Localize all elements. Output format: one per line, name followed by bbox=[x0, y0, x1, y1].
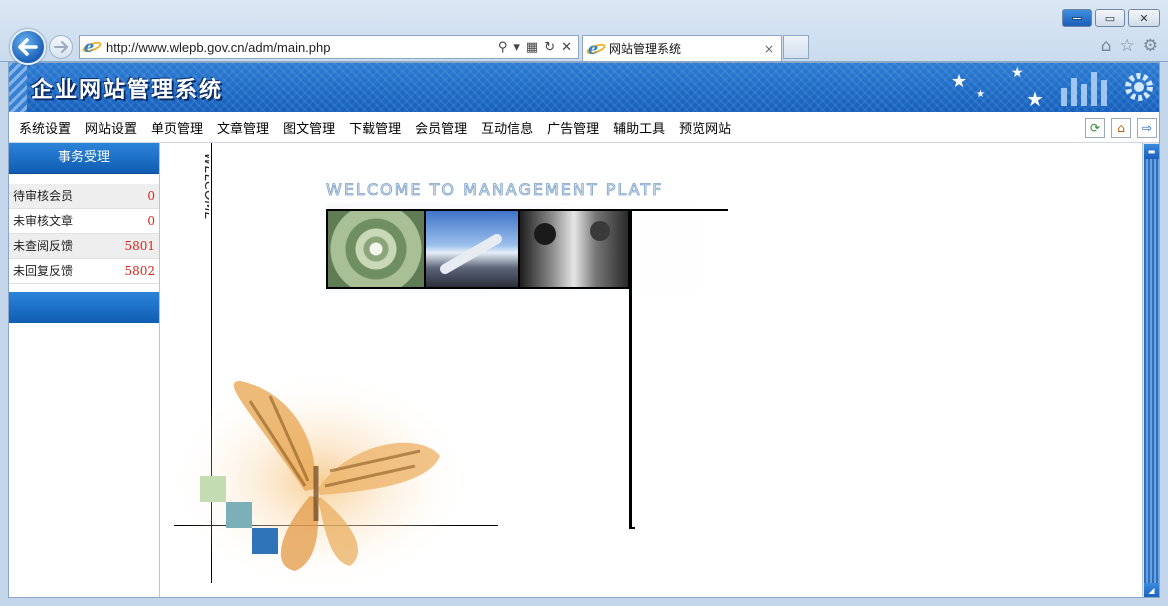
svg-text:WELCOME TO MANAGEMENT PLATF: WELCOME TO MANAGEMENT PLATF bbox=[326, 180, 663, 199]
menu-item[interactable]: 预览网站 bbox=[679, 118, 731, 137]
banner-stripe-decoration bbox=[9, 63, 27, 112]
sidebar-heading: 事务受理 bbox=[9, 143, 159, 174]
sidebar: 事务受理 待审核会员 0 未审核文章 0 未查阅反馈 5801 未回复反馈 5802 bbox=[9, 143, 160, 597]
menu-item[interactable]: 辅助工具 bbox=[613, 118, 665, 137]
airplane-photo bbox=[426, 211, 518, 287]
home-icon: ⌂ bbox=[1117, 121, 1125, 135]
sidebar-row-count: 0 bbox=[147, 189, 155, 203]
back-arrow-icon bbox=[18, 38, 38, 56]
new-tab-button[interactable] bbox=[783, 35, 809, 59]
refresh-icon[interactable]: ↻ bbox=[544, 40, 555, 55]
close-window-button[interactable]: ✕ bbox=[1128, 9, 1160, 27]
menu-item[interactable]: 系统设置 bbox=[19, 118, 71, 137]
scroll-up-button[interactable]: ▬ bbox=[1144, 144, 1159, 159]
sidebar-footer-bar bbox=[9, 292, 159, 323]
decor-square-green bbox=[200, 476, 226, 502]
butterfly-icon bbox=[170, 371, 470, 591]
home-icon[interactable]: ⌂ bbox=[1101, 36, 1112, 56]
minimize-icon bbox=[1072, 16, 1082, 20]
favorites-icon[interactable]: ☆ bbox=[1120, 36, 1135, 56]
photo-strip-foot bbox=[629, 527, 635, 529]
menu-item[interactable]: 下载管理 bbox=[349, 118, 401, 137]
sidebar-row-count: 5801 bbox=[124, 239, 155, 253]
menu-item[interactable]: 会员管理 bbox=[415, 118, 467, 137]
sidebar-row-label[interactable]: 待审核会员 bbox=[13, 184, 73, 208]
photo-strip-extension bbox=[631, 209, 728, 211]
forward-arrow-icon bbox=[54, 41, 68, 53]
restore-button[interactable]: ▭ bbox=[1095, 9, 1125, 27]
sidebar-row[interactable]: 未查阅反馈 5801 bbox=[9, 234, 159, 259]
ie-page-icon: e bbox=[81, 37, 103, 56]
home-button[interactable]: ⌂ bbox=[1111, 118, 1131, 138]
window-controls: ▭ ✕ bbox=[1062, 9, 1160, 27]
main-content: WELCOME WELCOME TO MANAGEMENT PLATF bbox=[160, 143, 1144, 597]
sidebar-row-count: 0 bbox=[147, 214, 155, 228]
sidebar-row-label[interactable]: 未回复反馈 bbox=[13, 259, 73, 283]
page-viewport: 企业网站管理系统 ★ ★ ★ ★ 系统设置 网站设置 单页管理 文章管理 图文管理 下载管… bbox=[8, 62, 1160, 598]
welcome-vertical-text: WELCOME bbox=[201, 153, 209, 221]
refresh-icon: ⟳ bbox=[1089, 121, 1101, 135]
scroll-down-button[interactable]: ◢ bbox=[1144, 583, 1159, 597]
tab-close-icon[interactable]: × bbox=[764, 42, 781, 56]
dropdown-icon[interactable]: ▾ bbox=[513, 40, 520, 55]
sidebar-list: 待审核会员 0 未审核文章 0 未查阅反馈 5801 未回复反馈 5802 bbox=[9, 184, 159, 284]
menu-item[interactable]: 单页管理 bbox=[151, 118, 203, 137]
handshake-photo bbox=[520, 211, 628, 287]
menu-item[interactable]: 文章管理 bbox=[217, 118, 269, 137]
svg-text:WELCOME: WELCOME bbox=[201, 153, 209, 221]
address-url[interactable]: http://www.wlepb.gov.cn/adm/main.php bbox=[106, 40, 498, 55]
search-icon[interactable]: ⚲ bbox=[498, 40, 508, 55]
site-banner: 企业网站管理系统 ★ ★ ★ ★ bbox=[9, 63, 1159, 112]
photo-strip-drop-line bbox=[629, 209, 632, 529]
sidebar-row[interactable]: 未回复反馈 5802 bbox=[9, 259, 159, 284]
butterfly-illustration bbox=[170, 371, 500, 591]
sidebar-row-count: 5802 bbox=[124, 264, 155, 278]
decor-square-teal bbox=[226, 502, 252, 528]
photo-strip bbox=[326, 209, 631, 289]
decor-square-blue bbox=[252, 528, 278, 554]
scroll-track[interactable] bbox=[1144, 159, 1159, 583]
menu-item[interactable]: 互动信息 bbox=[481, 118, 533, 137]
sidebar-row-label[interactable]: 未查阅反馈 bbox=[13, 234, 73, 258]
banner-stars-decoration: ★ ★ ★ ★ bbox=[931, 63, 1159, 112]
logout-button[interactable]: ⇨ bbox=[1137, 118, 1157, 138]
settings-icon[interactable]: ⚙ bbox=[1143, 36, 1158, 56]
menu-item[interactable]: 图文管理 bbox=[283, 118, 335, 137]
menu-item[interactable]: 广告管理 bbox=[547, 118, 599, 137]
welcome-banner-text: WELCOME TO MANAGEMENT PLATF bbox=[326, 180, 663, 200]
main-menu-bar: 系统设置 网站设置 单页管理 文章管理 图文管理 下载管理 会员管理 互动信息 广告管理 辅助工具… bbox=[9, 112, 1159, 143]
tab-title: 网站管理系统 bbox=[609, 42, 682, 56]
sidebar-row-label[interactable]: 未审核文章 bbox=[13, 209, 73, 233]
menu-item[interactable]: 网站设置 bbox=[85, 118, 137, 137]
architecture-photo bbox=[328, 211, 424, 287]
compatibility-view-icon[interactable]: ▦ bbox=[526, 40, 538, 55]
browser-tab[interactable]: e 网站管理系统 × bbox=[582, 35, 782, 61]
sidebar-row[interactable]: 待审核会员 0 bbox=[9, 184, 159, 209]
sidebar-row[interactable]: 未审核文章 0 bbox=[9, 209, 159, 234]
address-bar[interactable]: e http://www.wlepb.gov.cn/adm/main.php ⚲… bbox=[79, 35, 579, 59]
stop-icon[interactable]: ✕ bbox=[561, 40, 572, 55]
back-button[interactable] bbox=[10, 29, 46, 65]
browser-chrome: ▭ ✕ e http://www.wlepb.gov.cn/adm/main.p… bbox=[0, 0, 1168, 65]
logout-arrow-icon: ⇨ bbox=[1141, 121, 1153, 135]
minimize-button[interactable] bbox=[1062, 9, 1092, 27]
refresh-page-button[interactable]: ⟳ bbox=[1085, 118, 1105, 138]
tab-ie-icon: e bbox=[585, 39, 607, 58]
vertical-scrollbar[interactable]: ▬ ◢ bbox=[1142, 143, 1159, 597]
site-title: 企业网站管理系统 bbox=[31, 77, 224, 103]
gear-decoration-icon bbox=[1125, 73, 1153, 101]
forward-button[interactable] bbox=[49, 35, 73, 59]
